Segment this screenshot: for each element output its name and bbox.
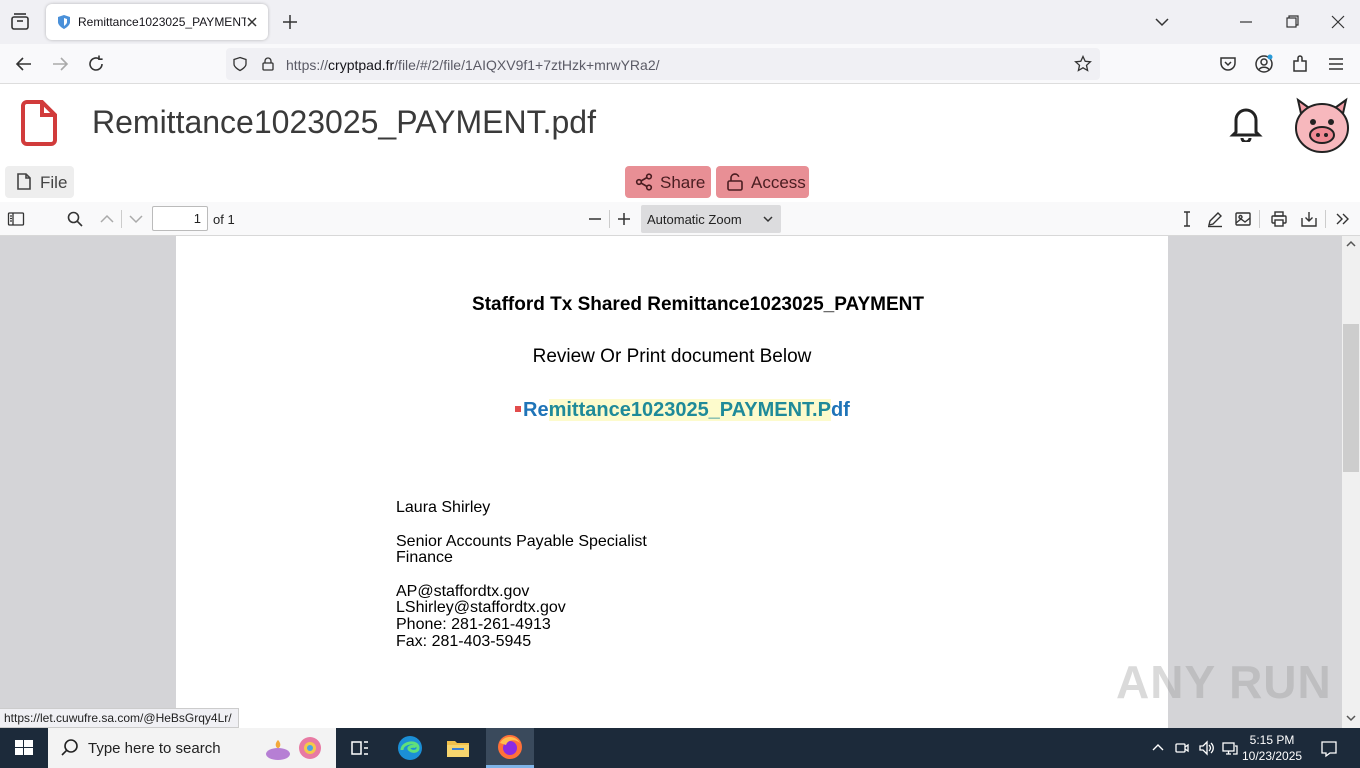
unlock-icon [727, 173, 743, 191]
windows-taskbar: Type here to search 5:15 PM 10/23/2025 [0, 728, 1360, 768]
scroll-up-arrow-icon[interactable] [1345, 238, 1357, 250]
file-menu-label: File [40, 173, 68, 192]
search-highlight-diya-icon [266, 737, 321, 760]
text-cursor-icon[interactable] [1178, 210, 1196, 228]
next-page-chevron-down-icon[interactable] [127, 210, 145, 228]
system-clock[interactable]: 5:15 PM 10/23/2025 [1242, 732, 1302, 764]
pdf-page: Stafford Tx Shared Remittance1023025_PAY… [176, 236, 1168, 728]
signature-email-ap: AP@staffordtx.gov [396, 583, 530, 600]
zoom-select[interactable]: Automatic Zoom [641, 205, 781, 233]
edge-browser-icon[interactable] [396, 734, 424, 762]
scroll-down-arrow-icon[interactable] [1345, 712, 1357, 724]
document-download-link[interactable]: Remittance1023025_PAYMENT.Pdf [514, 399, 850, 422]
chevron-down-icon [763, 216, 773, 223]
pdf-viewer-toolbar: 1 of 1 Automatic Zoom [0, 202, 1360, 236]
address-bar[interactable]: https://cryptpad.fr/file/#/2/file/1AIQXV… [226, 48, 1100, 80]
lock-icon[interactable] [260, 56, 276, 72]
windows-start-icon[interactable] [0, 728, 48, 768]
reload-icon[interactable] [86, 54, 106, 74]
extensions-icon[interactable] [1290, 54, 1310, 74]
zoom-out-icon[interactable] [586, 210, 604, 228]
signature-email-personal: LShirley@staffordtx.gov [396, 599, 566, 616]
search-icon [61, 739, 78, 756]
add-image-icon[interactable] [1234, 210, 1252, 228]
tab-title: Remittance1023025_PAYMENT.p [78, 15, 246, 29]
close-tab-icon[interactable] [244, 14, 260, 30]
pocket-icon[interactable] [1218, 54, 1238, 74]
tools-double-chevron-icon[interactable] [1334, 210, 1352, 228]
taskbar-search-placeholder: Type here to search [88, 740, 221, 757]
taskbar-search-box[interactable]: Type here to search [48, 728, 336, 768]
document-title[interactable]: Remittance1023025_PAYMENT.pdf [92, 104, 596, 141]
save-download-icon[interactable] [1300, 210, 1318, 228]
previous-page-chevron-up-icon[interactable] [98, 210, 116, 228]
browser-tab-strip: Remittance1023025_PAYMENT.p [0, 0, 1360, 44]
sidebar-toggle-icon[interactable] [7, 210, 25, 228]
cryptpad-favicon-icon [58, 15, 70, 29]
file-menu-button[interactable]: File [5, 166, 74, 198]
share-icon [635, 173, 653, 191]
user-avatar-pig-icon[interactable] [1292, 96, 1352, 154]
find-search-icon[interactable] [66, 210, 84, 228]
cryptpad-toolbar: File Share Access [0, 164, 1360, 202]
url-text[interactable]: https://cryptpad.fr/file/#/2/file/1AIQXV… [286, 57, 660, 73]
anyrun-watermark: ANY RUN [1116, 656, 1332, 708]
draw-pen-icon[interactable] [1206, 210, 1224, 228]
volume-icon[interactable] [1198, 740, 1214, 756]
firefox-icon [498, 735, 522, 759]
network-icon[interactable] [1222, 740, 1238, 756]
notifications-icon[interactable] [1320, 740, 1338, 758]
toolbar-divider [1259, 210, 1260, 228]
access-button[interactable]: Access [716, 166, 809, 198]
forward-arrow-icon[interactable] [50, 54, 70, 74]
tab-list-icon[interactable] [8, 10, 32, 34]
print-icon[interactable] [1270, 210, 1288, 228]
share-label: Share [660, 173, 706, 192]
tray-overflow-chevron-icon[interactable] [1150, 740, 1166, 756]
bookmark-star-icon[interactable] [1074, 55, 1092, 73]
link-hover-status: https://let.cuwufre.sa.com/@HeBsGrqy4Lr/ [0, 708, 239, 728]
signature-name: Laura Shirley [396, 499, 491, 516]
account-icon[interactable] [1254, 54, 1274, 74]
firefox-taskbar-button-active[interactable] [486, 728, 534, 768]
file-icon [17, 173, 31, 190]
toolbar-divider [121, 210, 122, 228]
signature-phone: Phone: 281-261-4913 [396, 616, 551, 633]
file-type-icon [21, 100, 57, 146]
share-button[interactable]: Share [625, 166, 711, 198]
close-window-icon[interactable] [1328, 12, 1348, 32]
access-label: Access [751, 173, 806, 192]
vertical-scrollbar[interactable] [1342, 236, 1360, 728]
toolbar-divider [609, 210, 610, 228]
new-tab-icon[interactable] [280, 12, 300, 32]
task-view-icon[interactable] [346, 734, 374, 762]
toolbar-divider [1325, 210, 1326, 228]
signature-fax: Fax: 281-403-5945 [396, 633, 532, 650]
file-explorer-icon[interactable] [444, 734, 472, 762]
browser-tab-active[interactable]: Remittance1023025_PAYMENT.p [46, 4, 268, 40]
zoom-select-value: Automatic Zoom [647, 212, 742, 227]
notifications-bell-icon[interactable] [1228, 104, 1264, 142]
back-arrow-icon[interactable] [14, 54, 34, 74]
clock-date: 10/23/2025 [1242, 749, 1303, 763]
hamburger-menu-icon[interactable] [1326, 54, 1346, 74]
page-count-label: of 1 [213, 212, 235, 227]
minimize-icon[interactable] [1236, 12, 1256, 32]
page-number-input[interactable]: 1 [152, 206, 208, 231]
navigation-bar: https://cryptpad.fr/file/#/2/file/1AIQXV… [0, 44, 1360, 84]
restore-icon[interactable] [1282, 12, 1302, 32]
document-subtitle: Review Or Print document Below [532, 346, 812, 367]
list-all-tabs-chevron-icon[interactable] [1152, 12, 1172, 32]
scrollbar-thumb[interactable] [1343, 324, 1359, 472]
meet-now-icon[interactable] [1174, 740, 1190, 756]
clock-time: 5:15 PM [1249, 733, 1295, 747]
tracking-protection-shield-icon[interactable] [232, 56, 248, 72]
signature-role: Senior Accounts Payable Specialist [396, 533, 647, 550]
document-heading: Stafford Tx Shared Remittance1023025_PAY… [472, 294, 924, 315]
signature-department: Finance [396, 549, 453, 566]
cryptpad-header: Remittance1023025_PAYMENT.pdf [0, 84, 1360, 164]
zoom-in-icon[interactable] [615, 210, 633, 228]
